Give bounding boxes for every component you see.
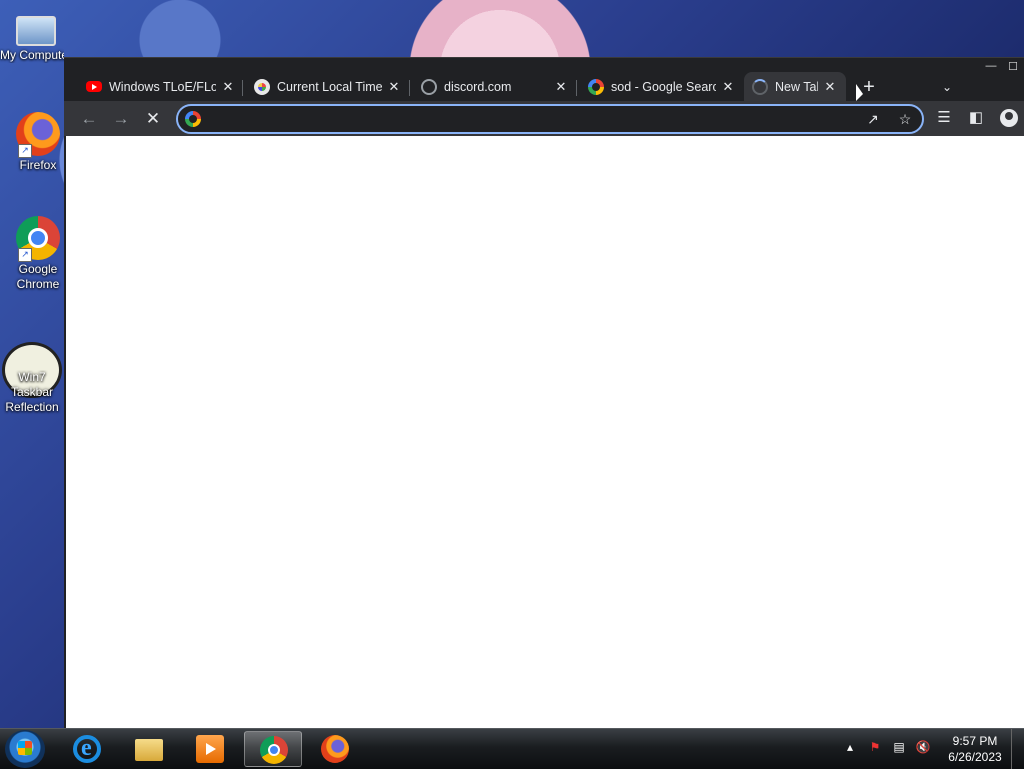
tab-close-icon[interactable]: ✕ bbox=[386, 79, 402, 95]
firefox-icon: ↗ bbox=[16, 112, 60, 158]
network-icon: ▤ bbox=[893, 740, 905, 754]
folder-icon bbox=[135, 739, 163, 761]
chrome-window: — ☐ Windows TLoE/FLoE ✕ Current Local Ti… bbox=[64, 57, 1024, 729]
chevron-up-icon: ▴ bbox=[846, 740, 854, 754]
google-icon bbox=[588, 78, 604, 95]
back-button[interactable]: ← bbox=[76, 106, 102, 132]
star-icon: ☆ bbox=[898, 111, 912, 127]
chrome-icon: ↗ bbox=[16, 216, 60, 262]
shortcut-arrow-icon: ↗ bbox=[18, 144, 32, 158]
network-tray[interactable]: ▤ bbox=[890, 737, 908, 757]
taskbar-app-media-player[interactable] bbox=[181, 731, 239, 767]
mouse-cursor-icon bbox=[856, 84, 863, 101]
taskbar-app-chrome[interactable] bbox=[244, 731, 302, 767]
browser-toolbar: ← → ✕ ↗ ☆ ☰ ◧ bbox=[64, 101, 1024, 136]
profile-button[interactable] bbox=[1000, 109, 1018, 127]
tab-youtube[interactable]: Windows TLoE/FLoE ✕ bbox=[86, 72, 236, 101]
bookmark-button[interactable]: ☆ bbox=[894, 109, 916, 129]
taskbar-app-firefox[interactable] bbox=[306, 731, 364, 767]
share-button[interactable]: ↗ bbox=[862, 109, 884, 129]
timeanddate-icon bbox=[254, 78, 270, 95]
system-clock[interactable]: 9:57 PM 6/26/2023 bbox=[940, 733, 1010, 765]
flag-error-icon: ⚑ bbox=[869, 740, 881, 754]
clock-time: 9:57 PM bbox=[952, 734, 998, 748]
volume-muted-icon: 🔇 bbox=[915, 740, 931, 754]
tab-separator bbox=[576, 80, 577, 96]
arrow-right-icon: → bbox=[112, 109, 130, 128]
desktop-icon-label: My Computer bbox=[0, 48, 64, 62]
chevron-down-icon: ⌄ bbox=[941, 80, 953, 94]
desktop-icon-label: Win7 Taskbar Reflection bbox=[5, 370, 59, 414]
tab-close-icon[interactable]: ✕ bbox=[720, 79, 736, 95]
tab-discord[interactable]: discord.com ✕ bbox=[421, 72, 569, 101]
taskbar-app-explorer[interactable] bbox=[120, 731, 178, 767]
address-bar[interactable]: ↗ ☆ bbox=[176, 104, 924, 134]
loading-spinner-icon bbox=[752, 78, 768, 95]
tab-close-icon[interactable]: ✕ bbox=[220, 79, 236, 95]
desktop-icon-taskbar-reflection[interactable]: Win7 Taskbar Reflection bbox=[0, 342, 72, 414]
tab-title: discord.com bbox=[444, 79, 512, 94]
tab-title: sod - Google Search bbox=[611, 79, 716, 94]
address-input[interactable] bbox=[210, 108, 850, 130]
tab-strip: Windows TLoE/FLoE ✕ Current Local Time ✕… bbox=[64, 68, 1024, 101]
taskbar: ▴ ⚑ ▤ 🔇 9:57 PM 6/26/2023 bbox=[0, 728, 1024, 769]
media-controls-button[interactable]: ☰ bbox=[932, 106, 956, 130]
globe-icon bbox=[421, 78, 437, 95]
forward-button[interactable]: → bbox=[108, 106, 134, 132]
tab-title: Windows TLoE/FLoE bbox=[109, 79, 216, 94]
firefox-icon bbox=[321, 735, 349, 763]
volume-tray[interactable]: 🔇 bbox=[914, 737, 932, 757]
computer-icon bbox=[16, 16, 56, 46]
tab-title: New Tab bbox=[775, 79, 818, 94]
ie-icon bbox=[73, 735, 101, 763]
share-icon: ↗ bbox=[867, 111, 879, 127]
tab-search-button[interactable]: ⌄ bbox=[936, 76, 958, 98]
playlist-icon: ☰ bbox=[937, 109, 951, 126]
side-panel-button[interactable]: ◧ bbox=[964, 106, 988, 130]
start-button[interactable] bbox=[5, 730, 45, 768]
page-content bbox=[66, 136, 1024, 729]
tab-close-icon[interactable]: ✕ bbox=[553, 79, 569, 95]
google-icon bbox=[185, 111, 201, 127]
tab-new-tab[interactable]: New Tab ✕ bbox=[744, 72, 846, 101]
youtube-icon bbox=[86, 81, 102, 92]
media-player-icon bbox=[196, 735, 224, 763]
tab-separator bbox=[242, 80, 243, 96]
taskbar-app-ie[interactable] bbox=[58, 731, 116, 767]
shortcut-arrow-icon: ↗ bbox=[18, 248, 32, 262]
action-center-tray[interactable]: ⚑ bbox=[866, 737, 884, 757]
show-desktop-button[interactable] bbox=[1011, 729, 1024, 769]
clock-date: 6/26/2023 bbox=[948, 750, 1002, 764]
show-hidden-icons-button[interactable]: ▴ bbox=[843, 737, 857, 757]
chrome-icon bbox=[260, 736, 288, 764]
stop-loading-button[interactable]: ✕ bbox=[140, 106, 166, 132]
close-icon: ✕ bbox=[145, 109, 161, 128]
desktop-icon-my-computer[interactable]: My Computer bbox=[0, 10, 72, 63]
desktop-icon-label: Google Chrome bbox=[16, 262, 60, 291]
tab-close-icon[interactable]: ✕ bbox=[822, 79, 838, 95]
tab-separator bbox=[409, 80, 410, 96]
arrow-left-icon: ← bbox=[80, 109, 98, 128]
side-panel-icon: ◧ bbox=[968, 109, 984, 126]
tab-current-local-time[interactable]: Current Local Time ✕ bbox=[254, 72, 402, 101]
tab-title: Current Local Time bbox=[277, 79, 382, 94]
tab-google-search[interactable]: sod - Google Search ✕ bbox=[588, 72, 736, 101]
